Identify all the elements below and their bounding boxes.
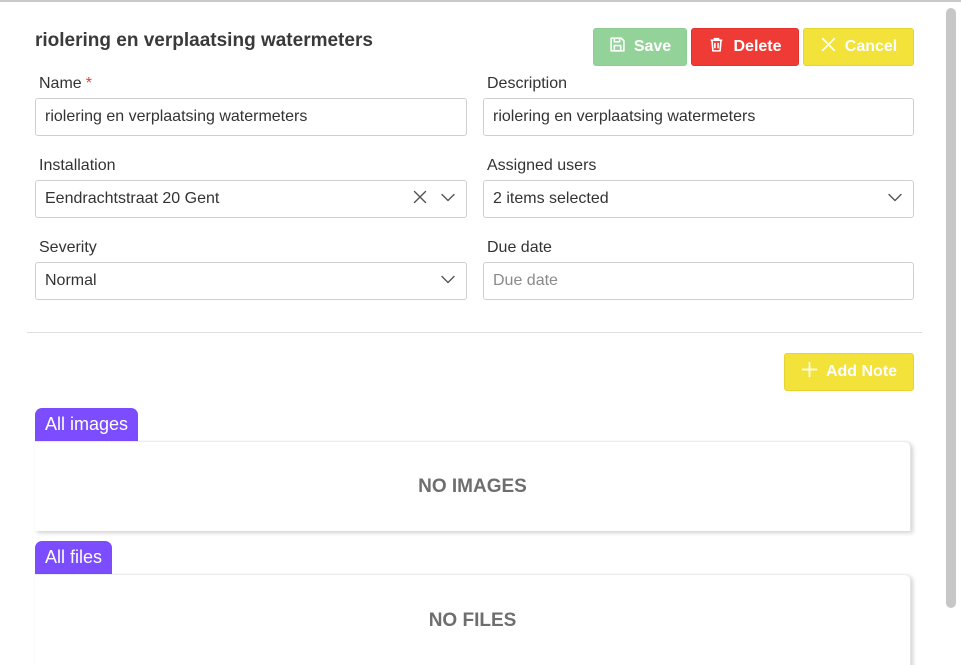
delete-button[interactable]: Delete xyxy=(691,28,799,66)
assigned-users-select-value: 2 items selected xyxy=(493,190,609,207)
installation-select-controls xyxy=(412,181,456,217)
clear-icon[interactable] xyxy=(412,189,428,210)
due-date-field[interactable]: Due date xyxy=(483,262,914,300)
plus-icon xyxy=(801,361,818,383)
installation-select[interactable]: Eendrachtstraat 20 Gent xyxy=(35,180,467,218)
name-label-text: Name xyxy=(39,75,82,92)
page-title: riolering en verplaatsing watermeters xyxy=(35,30,373,51)
tab-all-images[interactable]: All images xyxy=(35,408,139,441)
cancel-button[interactable]: Cancel xyxy=(803,28,914,66)
floppy-disk-icon xyxy=(609,36,626,58)
save-button-label: Save xyxy=(633,38,672,55)
chevron-down-icon[interactable] xyxy=(440,271,456,292)
files-empty-text: NO FILES xyxy=(428,610,517,631)
cancel-button-label: Cancel xyxy=(844,38,898,55)
images-panel: NO IMAGES xyxy=(35,441,911,531)
close-icon xyxy=(820,36,837,58)
installation-label: Installation xyxy=(39,157,116,174)
name-field[interactable]: riolering en verplaatsing watermeters xyxy=(35,98,467,136)
save-button[interactable]: Save xyxy=(593,28,687,66)
assigned-users-select-controls xyxy=(887,181,903,217)
severity-label: Severity xyxy=(39,239,97,256)
section-divider xyxy=(27,332,922,333)
name-field-value: riolering en verplaatsing watermeters xyxy=(45,108,308,125)
delete-button-label: Delete xyxy=(733,38,782,55)
chevron-down-icon[interactable] xyxy=(440,189,456,210)
installation-select-value: Eendrachtstraat 20 Gent xyxy=(45,190,220,207)
assigned-users-label: Assigned users xyxy=(487,157,597,174)
severity-select[interactable]: Normal xyxy=(35,262,467,300)
scrollbar[interactable] xyxy=(946,8,956,608)
severity-select-controls xyxy=(440,263,456,299)
name-label: Name * xyxy=(39,75,92,93)
description-field[interactable]: riolering en verplaatsing watermeters xyxy=(483,98,914,136)
due-date-placeholder: Due date xyxy=(493,272,558,289)
description-field-value: riolering en verplaatsing watermeters xyxy=(493,108,756,125)
required-mark: * xyxy=(85,75,92,92)
images-empty-text: NO IMAGES xyxy=(418,475,527,497)
files-panel: NO FILES xyxy=(35,574,911,665)
trash-icon xyxy=(708,36,725,58)
tab-all-files[interactable]: All files xyxy=(35,541,113,574)
chevron-down-icon[interactable] xyxy=(887,189,903,210)
assigned-users-select[interactable]: 2 items selected xyxy=(483,180,914,218)
severity-select-value: Normal xyxy=(45,272,97,289)
add-note-button[interactable]: Add Note xyxy=(784,353,914,391)
add-note-button-label: Add Note xyxy=(825,363,898,380)
description-label: Description xyxy=(487,75,568,92)
due-date-label: Due date xyxy=(487,239,552,256)
edit-task-dialog: riolering en verplaatsing watermeters Sa… xyxy=(0,0,961,665)
